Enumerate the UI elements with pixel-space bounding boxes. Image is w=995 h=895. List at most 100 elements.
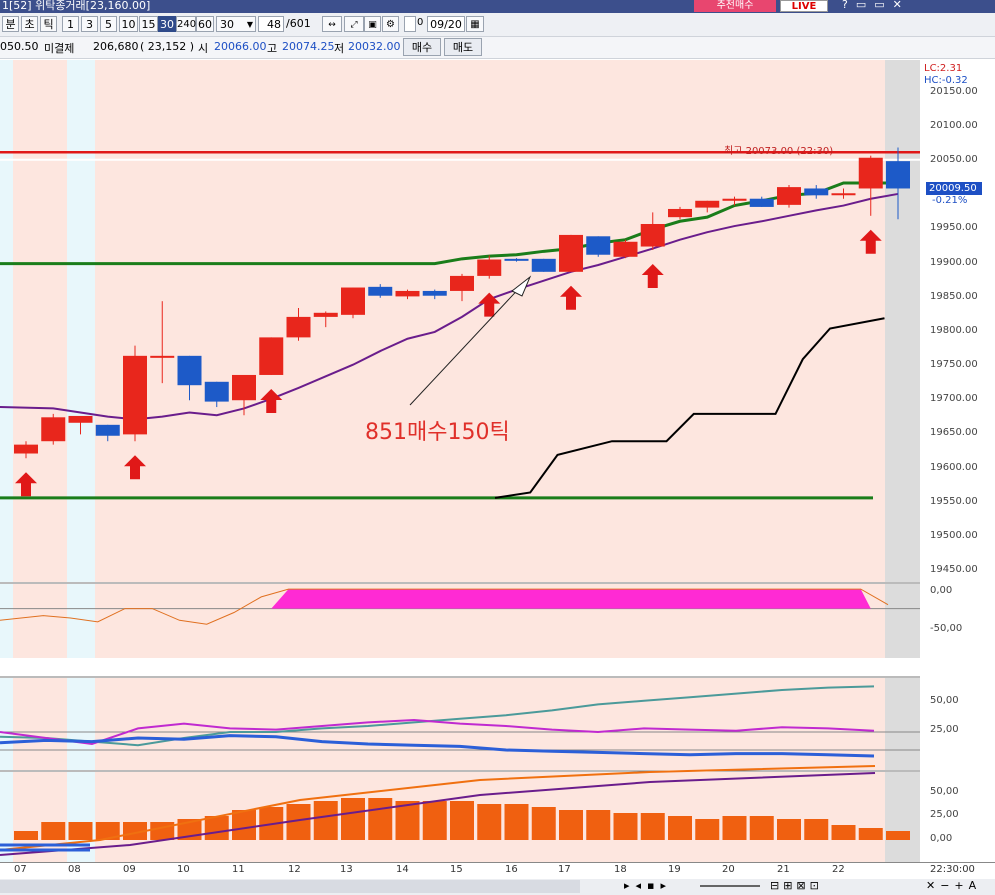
save-icon[interactable]: ▣ (364, 16, 381, 32)
volume-bar (504, 804, 529, 840)
playback-controls-icon[interactable]: ▸◂▪▸ (624, 879, 672, 892)
indicator-panel-2-future (885, 678, 920, 770)
window-control-icons[interactable]: ?▭▭✕ (842, 0, 910, 11)
indicator-tick-label: 25,00 (930, 724, 959, 735)
high-label: 고 (267, 42, 278, 55)
price-chart[interactable] (0, 60, 920, 862)
candle-body (313, 312, 338, 317)
x-tick-label: 12 (288, 864, 301, 875)
period-3-button[interactable]: 3 (81, 16, 98, 32)
volume-bar (858, 828, 883, 840)
last-price-tag-value: 20009.50 (929, 183, 977, 194)
y-tick-label: 19500.00 (930, 529, 978, 541)
last-change-label: -0.21% (932, 195, 968, 206)
candle-body (422, 290, 447, 296)
date-prefix: 0 (417, 17, 424, 28)
count-input[interactable]: 48 (258, 16, 284, 32)
volume-bar (313, 801, 338, 840)
candle-body (858, 157, 883, 189)
candle-body (749, 198, 774, 207)
volume-bar (668, 816, 692, 840)
zoom-buttons-icon[interactable]: ✕−+A (926, 879, 981, 892)
zoom-in-icon[interactable]: ↔ (322, 16, 342, 32)
high-marker-label: 최고 20073.00 (22:30) (724, 146, 834, 157)
open-interest-label: 미결제 (44, 42, 75, 55)
price-panel-salmon (0, 60, 885, 582)
y-tick-label: 19750.00 (930, 359, 978, 371)
open-interest-change: ( 23,152 ) (140, 40, 195, 53)
candle-body (232, 374, 256, 401)
period-60-button[interactable]: 60 (196, 16, 214, 32)
chart-annotation: 851매수150틱 (365, 420, 510, 445)
y-tick-label: 20100.00 (930, 120, 978, 131)
candle-body (695, 200, 720, 208)
period-1-button[interactable]: 1 (62, 16, 79, 32)
y-tick-label: 19800.00 (930, 324, 978, 336)
last-price-tag: 20009.50 (926, 182, 982, 195)
volume-bar (722, 816, 747, 840)
indicator-tick-label: 50,00 (930, 695, 959, 706)
x-tick-label: 21 (777, 864, 790, 875)
horizontal-scrollbar[interactable] (0, 880, 580, 893)
candle-body (504, 258, 529, 261)
volume-bar (232, 810, 256, 840)
zoom-out-icon[interactable]: ⤢ (344, 16, 364, 32)
indicator-panel-2-cyan-1 (0, 678, 13, 770)
period-select[interactable]: 30 ▼ (216, 16, 256, 32)
x-tick-label: 13 (340, 864, 353, 875)
oscillator-area (271, 589, 871, 609)
candle-body (722, 198, 747, 201)
open-label: 시 (198, 42, 209, 55)
volume-bar (41, 822, 66, 840)
volume-bar (695, 819, 720, 840)
interval-tick-button[interactable]: 틱 (40, 16, 57, 32)
period-5-button[interactable]: 5 (100, 16, 117, 32)
period-30-button[interactable]: 30 (158, 16, 176, 32)
y-tick-label: 20150.00 (930, 85, 978, 97)
volume-bar (204, 816, 229, 840)
lc-label: LC:2.31 (924, 63, 963, 74)
volume-bar (150, 822, 175, 840)
indicator-panel-2-cyan-2 (67, 678, 95, 770)
interval-minute-button[interactable]: 분 (2, 16, 19, 32)
cyan-band-2 (67, 60, 95, 582)
sell-button[interactable]: 매도 (444, 38, 482, 56)
low-value: 20032.00 (348, 40, 401, 53)
volume-bar (368, 798, 393, 840)
x-tick-label: 19 (668, 864, 681, 875)
period-select-value: 30 (220, 18, 234, 31)
y-tick-label: 19650.00 (930, 427, 978, 439)
cyan-band-1 (0, 60, 13, 582)
y-tick-label: 19600.00 (930, 461, 978, 473)
buy-button[interactable]: 매수 (403, 38, 441, 56)
volume-bar (749, 816, 774, 840)
x-tick-label: 17 (558, 864, 571, 875)
zoom-slider[interactable] (700, 885, 760, 887)
gear-icon[interactable]: ⚙ (382, 16, 399, 32)
period-15-button[interactable]: 15 (139, 16, 158, 32)
x-tick-label: 11 (232, 864, 245, 875)
candle-body (777, 187, 801, 205)
indicator-tick-label: 0,00 (930, 833, 953, 844)
live-button[interactable]: LIVE (780, 0, 828, 12)
candle-body (286, 316, 311, 338)
candle-body (68, 415, 93, 423)
candle-body (368, 286, 393, 296)
candle-body (95, 424, 120, 436)
volume-bar (477, 804, 502, 840)
candle-body (341, 287, 365, 315)
date-input[interactable]: 09/20 (427, 16, 465, 32)
tool-icons[interactable]: ⊟⊞⊠⊡ (770, 879, 823, 892)
recommend-buy-button[interactable]: 추천매수 (694, 0, 776, 12)
open-interest-value: 206,680 (93, 40, 139, 53)
calendar-icon[interactable]: ▦ (466, 16, 484, 32)
x-tick-label: 20 (722, 864, 735, 875)
x-tick-label: 14 (396, 864, 409, 875)
chevron-down-icon: ▼ (246, 20, 253, 29)
period-240-button[interactable]: 240 (176, 16, 196, 32)
volume-bar (831, 825, 856, 840)
date-checkbox[interactable] (404, 16, 416, 32)
period-10-button[interactable]: 10 (119, 16, 138, 32)
candle-body (204, 381, 229, 402)
interval-second-button[interactable]: 초 (21, 16, 38, 32)
